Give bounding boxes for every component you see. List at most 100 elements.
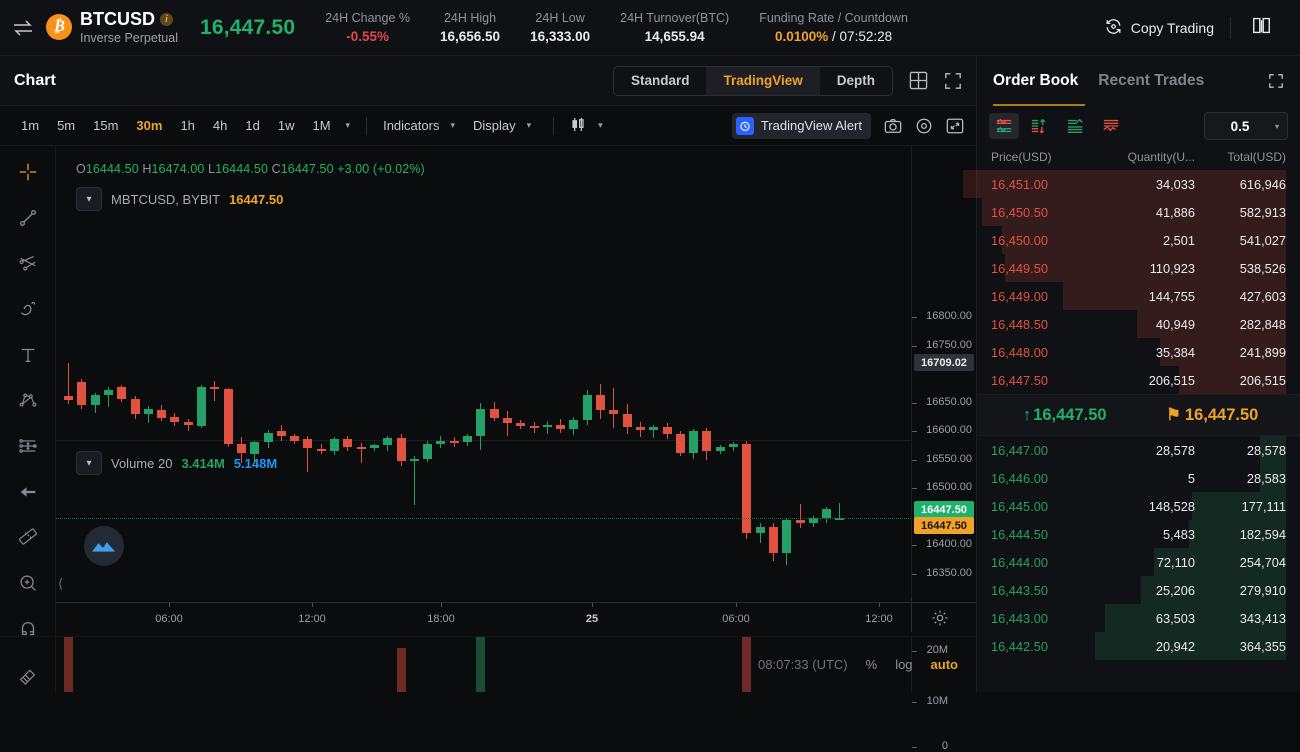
display-menu[interactable]: Display ▾ — [467, 114, 543, 137]
menu-toggle-icon[interactable] — [0, 19, 46, 36]
price-axis-label: 16800.00 — [926, 310, 972, 323]
bitcoin-icon: ₿ — [46, 14, 72, 41]
tab-tradingview[interactable]: TradingView — [706, 66, 820, 95]
interval-4h[interactable]: 4h — [204, 114, 236, 137]
bids-only-icon[interactable] — [1061, 113, 1091, 139]
fullscreen-toggle-icon[interactable] — [946, 117, 964, 135]
time-axis-label: 12:00 — [298, 613, 326, 625]
row-price: 16,450.50 — [991, 204, 1048, 220]
trend-line-icon[interactable] — [9, 200, 47, 236]
time-axis[interactable]: 06:00 12:00 18:00 25 06:00 12:00 — [56, 598, 976, 636]
indicators-menu[interactable]: Indicators ▾ — [377, 114, 467, 137]
page-title: Chart — [14, 71, 56, 89]
order-book-row[interactable]: 16,447.50 206,515 206,515 — [977, 366, 1300, 394]
zoom-in-icon[interactable] — [9, 565, 47, 601]
low-key: L — [208, 162, 216, 176]
tab-recent-trades[interactable]: Recent Trades — [1098, 56, 1204, 106]
order-book-row[interactable]: 16,451.00 34,033 616,946 — [963, 170, 1300, 198]
auto-scale-button[interactable]: auto — [931, 657, 958, 672]
log-scale-button[interactable]: log — [895, 657, 912, 672]
replay-icon[interactable] — [915, 117, 933, 135]
symbol-block[interactable]: ₿ BTCUSD i Inverse Perpetual — [46, 9, 178, 46]
interval-30m[interactable]: 30m — [127, 114, 171, 137]
interval-1M[interactable]: 1M — [303, 114, 339, 137]
volume-axis-label: 10M — [926, 695, 948, 707]
chevron-down-icon[interactable]: ▾ — [76, 187, 102, 211]
order-book-row[interactable]: 16,446.00 5 28,583 — [977, 464, 1300, 492]
both-sides-icon[interactable] — [989, 113, 1019, 139]
asks-only-icon[interactable] — [1025, 113, 1055, 139]
brush-icon[interactable] — [9, 291, 47, 327]
interval-5m[interactable]: 5m — [48, 114, 84, 137]
row-price: 16,447.50 — [991, 372, 1048, 388]
order-book-row[interactable]: 16,443.00 63,503 343,413 — [977, 604, 1300, 632]
tradingview-alert-button[interactable]: TradingView Alert — [731, 112, 871, 139]
camera-icon[interactable] — [884, 117, 902, 135]
time-axis-label: 25 — [585, 613, 599, 625]
order-book-row[interactable]: 16,445.00 148,528 177,111 — [977, 492, 1300, 520]
tick-size-select[interactable]: 0.5 ▾ — [1204, 112, 1288, 140]
time-axis-label: 06:00 — [722, 613, 750, 625]
order-book-row[interactable]: 16,442.50 20,942 364,355 — [977, 632, 1300, 660]
interval-1h[interactable]: 1h — [171, 114, 203, 137]
row-quantity: 5 — [1187, 470, 1195, 486]
interval-1m[interactable]: 1m — [12, 114, 48, 137]
column-price: Price(USD) — [991, 150, 1052, 164]
crosshair-price-tag: 16709.02 — [914, 354, 974, 371]
copy-trading-button[interactable]: Copy Trading — [1088, 17, 1230, 39]
time-tick — [312, 603, 313, 607]
fullscreen-icon[interactable] — [944, 72, 962, 90]
fib-retracement-icon[interactable] — [9, 245, 47, 281]
measure-icon[interactable] — [9, 519, 47, 555]
order-book-row[interactable]: 16,447.00 28,578 28,578 — [977, 436, 1300, 464]
axis-tick — [912, 747, 917, 748]
row-price: 16,449.00 — [991, 288, 1048, 304]
order-book-row[interactable]: 16,449.00 144,755 427,603 — [977, 282, 1300, 310]
ohlc-legend: O16444.50 H16474.00 L16444.50 C16447.50 … — [76, 162, 425, 176]
stat-value: -0.55% — [346, 28, 389, 44]
order-book-row[interactable]: 16,449.50 110,923 538,526 — [977, 254, 1300, 282]
order-book-row[interactable]: 16,448.00 35,384 241,899 — [977, 338, 1300, 366]
chart-settings-gear-icon[interactable] — [931, 609, 949, 632]
order-book-row[interactable]: 16,448.50 40,949 282,848 — [977, 310, 1300, 338]
chevron-down-icon[interactable]: ▾ — [76, 451, 102, 475]
flag-icon: ⚑ — [1166, 406, 1181, 424]
expand-icon[interactable] — [1268, 73, 1284, 89]
text-icon[interactable] — [9, 337, 47, 373]
crosshair-icon[interactable] — [9, 154, 47, 190]
volume-legend: ▾ Volume 20 3.414M 5.148M — [76, 451, 277, 475]
tab-standard[interactable]: Standard — [614, 67, 707, 95]
interval-more-chevron-down-icon[interactable]: ▾ — [340, 120, 357, 131]
interval-15m[interactable]: 15m — [84, 114, 127, 137]
interval-1d[interactable]: 1d — [236, 114, 268, 137]
stat-value: 16,656.50 — [440, 28, 501, 44]
row-quantity: 2,501 — [1162, 232, 1195, 248]
percent-scale-button[interactable]: % — [866, 657, 878, 672]
info-icon[interactable]: i — [160, 13, 173, 27]
row-price: 16,447.00 — [991, 442, 1048, 458]
order-book-row[interactable]: 16,450.00 2,501 541,027 — [977, 226, 1300, 254]
order-book-row[interactable]: 16,450.50 41,886 582,913 — [977, 198, 1300, 226]
grid-layout-icon[interactable] — [909, 71, 928, 90]
arrow-marker-icon[interactable] — [9, 474, 47, 510]
grouped-icon[interactable] — [1097, 113, 1127, 139]
long-short-position-icon[interactable] — [9, 428, 47, 464]
order-book-row[interactable]: 16,443.50 25,206 279,910 — [977, 576, 1300, 604]
tab-order-book[interactable]: Order Book — [993, 56, 1078, 106]
order-book-row[interactable]: 16,444.00 72,110 254,704 — [977, 548, 1300, 576]
row-quantity: 206,515 — [1148, 372, 1195, 388]
time-tick — [169, 603, 170, 607]
indicators-label: Indicators — [383, 118, 440, 133]
price-axis-label: 16500.00 — [926, 481, 972, 494]
row-quantity: 72,110 — [1156, 554, 1195, 570]
book-icon[interactable] — [1231, 16, 1286, 40]
mid-price-row: ↑ 16,447.50 ⚑ 16,447.50 — [977, 394, 1300, 436]
current-price-line — [56, 518, 911, 520]
scroll-left-icon[interactable]: ⟨ — [58, 576, 63, 592]
pattern-icon[interactable] — [9, 382, 47, 418]
interval-1w[interactable]: 1w — [269, 114, 304, 137]
candle-style-menu[interactable]: ▾ — [564, 112, 615, 140]
order-book-row[interactable]: 16,444.50 5,483 182,594 — [977, 520, 1300, 548]
time-axis-label: 12:00 — [865, 613, 893, 625]
tab-depth[interactable]: Depth — [820, 67, 892, 95]
